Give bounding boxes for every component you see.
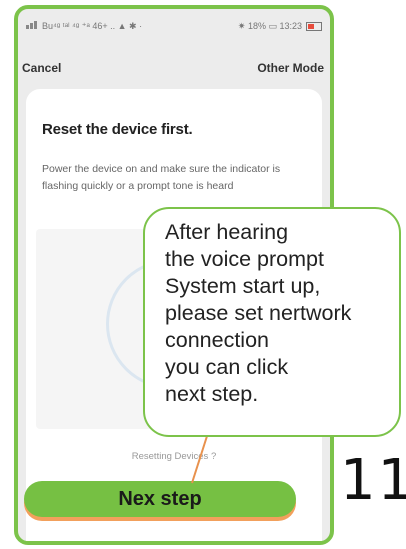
speech-bubble: After hearing the voice prompt System st… (143, 207, 401, 437)
bubble-line: please set nertwork (165, 301, 352, 325)
bubble-line: you can click (165, 355, 289, 379)
cancel-button[interactable]: Cancel (22, 61, 61, 75)
bubble-line: next step. (165, 382, 259, 406)
speech-bubble-tail (191, 433, 209, 484)
status-right-text: ✷ 18% ▭ 13:23 (237, 20, 302, 31)
resetting-devices-link[interactable]: Resetting Devices ? (26, 451, 322, 462)
other-mode-button[interactable]: Other Mode (257, 61, 324, 75)
top-bar: Cancel Other Mode (18, 57, 330, 79)
card-title: Reset the device first. (42, 121, 193, 138)
status-bar-right: ✷ 18% ▭ 13:23 (238, 21, 322, 32)
bubble-line: After hearing (165, 220, 289, 244)
card-description: Power the device on and make sure the in… (42, 163, 281, 192)
signal-icon (26, 21, 38, 31)
page-number: 11 (340, 448, 406, 513)
status-bar-left: Bu⁴ᵍ ᵗᵃˡ ⁴ᵍ ⁺ᵃ 46+ .. ▲ ✱ · (26, 21, 142, 32)
bubble-line: connection (165, 328, 269, 352)
battery-icon (306, 21, 322, 31)
status-left-text: Bu⁴ᵍ ᵗᵃˡ ⁴ᵍ ⁺ᵃ 46+ .. ▲ ✱ · (42, 20, 143, 31)
next-step-button[interactable]: Nex step (24, 481, 296, 517)
bubble-line: System start up, (165, 274, 321, 298)
bubble-line: the voice prompt (165, 247, 324, 271)
status-bar: Bu⁴ᵍ ᵗᵃˡ ⁴ᵍ ⁺ᵃ 46+ .. ▲ ✱ · ✷ 18% ▭ 13:2… (26, 17, 322, 35)
